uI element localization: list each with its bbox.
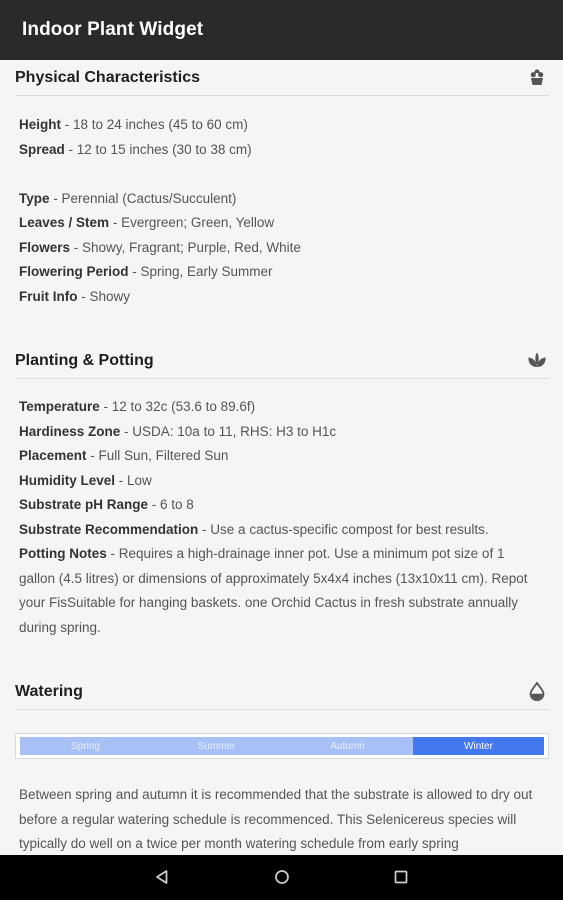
prop-fruit-info: Fruit Info - Showy (19, 289, 131, 304)
prop-value: Full Sun, Filtered Sun (98, 448, 229, 463)
plant-details-scroll[interactable]: Physical Characteristics Height - 18 to … (0, 60, 563, 855)
prop-potting-notes: Potting Notes - Requires a high-drainage… (19, 546, 528, 635)
prop-key: Humidity Level (19, 473, 116, 488)
section-title-planting: Planting & Potting (15, 352, 154, 369)
prop-key: Leaves / Stem (19, 215, 110, 230)
prop-key: Substrate pH Range (19, 497, 149, 512)
prop-value: 18 to 24 inches (45 to 60 cm) (73, 117, 248, 132)
season-tab-summer[interactable]: Summer (151, 737, 282, 755)
prop-key: Spread (19, 142, 65, 157)
prop-temperature: Temperature - 12 to 32c (53.6 to 89.6f) (19, 399, 256, 414)
prop-key: Hardiness Zone (19, 424, 121, 439)
system-nav-bar (0, 855, 563, 900)
prop-flowers: Flowers - Showy, Fragrant; Purple, Red, … (19, 240, 301, 255)
prop-humidity-level: Humidity Level - Low (19, 473, 152, 488)
season-tab-spring[interactable]: Spring (20, 737, 151, 755)
prop-value: Use a cactus-specific compost for best r… (210, 522, 489, 537)
prop-key: Flowers (19, 240, 71, 255)
prop-key: Potting Notes (19, 546, 107, 561)
prop-key: Flowering Period (19, 264, 129, 279)
prop-value: Low (127, 473, 152, 488)
prop-key: Height (19, 117, 61, 132)
app-title: Indoor Plant Widget (22, 19, 204, 40)
prop-value: Showy (89, 289, 131, 304)
home-icon[interactable] (272, 867, 292, 887)
prop-key: Fruit Info (19, 289, 78, 304)
prop-value: Perennial (Cactus/Succulent) (61, 191, 237, 206)
season-tab-winter[interactable]: Winter (413, 737, 544, 755)
app-bar: Indoor Plant Widget (0, 0, 563, 60)
prop-value: 12 to 15 inches (30 to 38 cm) (76, 142, 252, 157)
season-selector: Spring Summer Autumn Winter (15, 733, 549, 759)
recents-icon[interactable] (391, 867, 411, 887)
prop-value: 6 to 8 (160, 497, 194, 512)
prop-leaves-stem: Leaves / Stem - Evergreen; Green, Yellow (19, 215, 275, 230)
prop-spread: Spread - 12 to 15 inches (30 to 38 cm) (19, 142, 252, 157)
prop-value: Showy, Fragrant; Purple, Red, White (82, 240, 301, 255)
prop-flowering-period: Flowering Period - Spring, Early Summer (19, 264, 273, 279)
back-icon[interactable] (152, 867, 172, 887)
section-header-watering: Watering (15, 674, 549, 710)
watering-description: Between spring and autumn it is recommen… (19, 787, 533, 852)
prop-value: 12 to 32c (53.6 to 89.6f) (111, 399, 256, 414)
prop-substrate-recommendation: Substrate Recommendation - Use a cactus-… (19, 522, 489, 537)
section-title-physical: Physical Characteristics (15, 69, 200, 86)
season-tab-autumn[interactable]: Autumn (282, 737, 413, 755)
prop-placement: Placement - Full Sun, Filtered Sun (19, 448, 229, 463)
prop-key: Type (19, 191, 50, 206)
water-drop-icon (529, 681, 545, 701)
prop-key: Substrate Recommendation (19, 522, 199, 537)
prop-hardiness-zone: Hardiness Zone - USDA: 10a to 11, RHS: H… (19, 424, 337, 439)
section-header-physical: Physical Characteristics (15, 60, 549, 96)
prop-height: Height - 18 to 24 inches (45 to 60 cm) (19, 117, 248, 132)
section-title-watering: Watering (15, 683, 83, 700)
prop-value: USDA: 10a to 11, RHS: H3 to H1c (132, 424, 337, 439)
prop-key: Placement (19, 448, 87, 463)
prop-value: Spring, Early Summer (140, 264, 273, 279)
section-header-planting: Planting & Potting (15, 343, 549, 379)
seedling-icon (528, 352, 546, 367)
prop-substrate-ph: Substrate pH Range - 6 to 8 (19, 497, 194, 512)
prop-type: Type - Perennial (Cactus/Succulent) (19, 191, 237, 206)
prop-key: Temperature (19, 399, 100, 414)
prop-value: Evergreen; Green, Yellow (121, 215, 275, 230)
plant-pot-icon (530, 69, 544, 85)
